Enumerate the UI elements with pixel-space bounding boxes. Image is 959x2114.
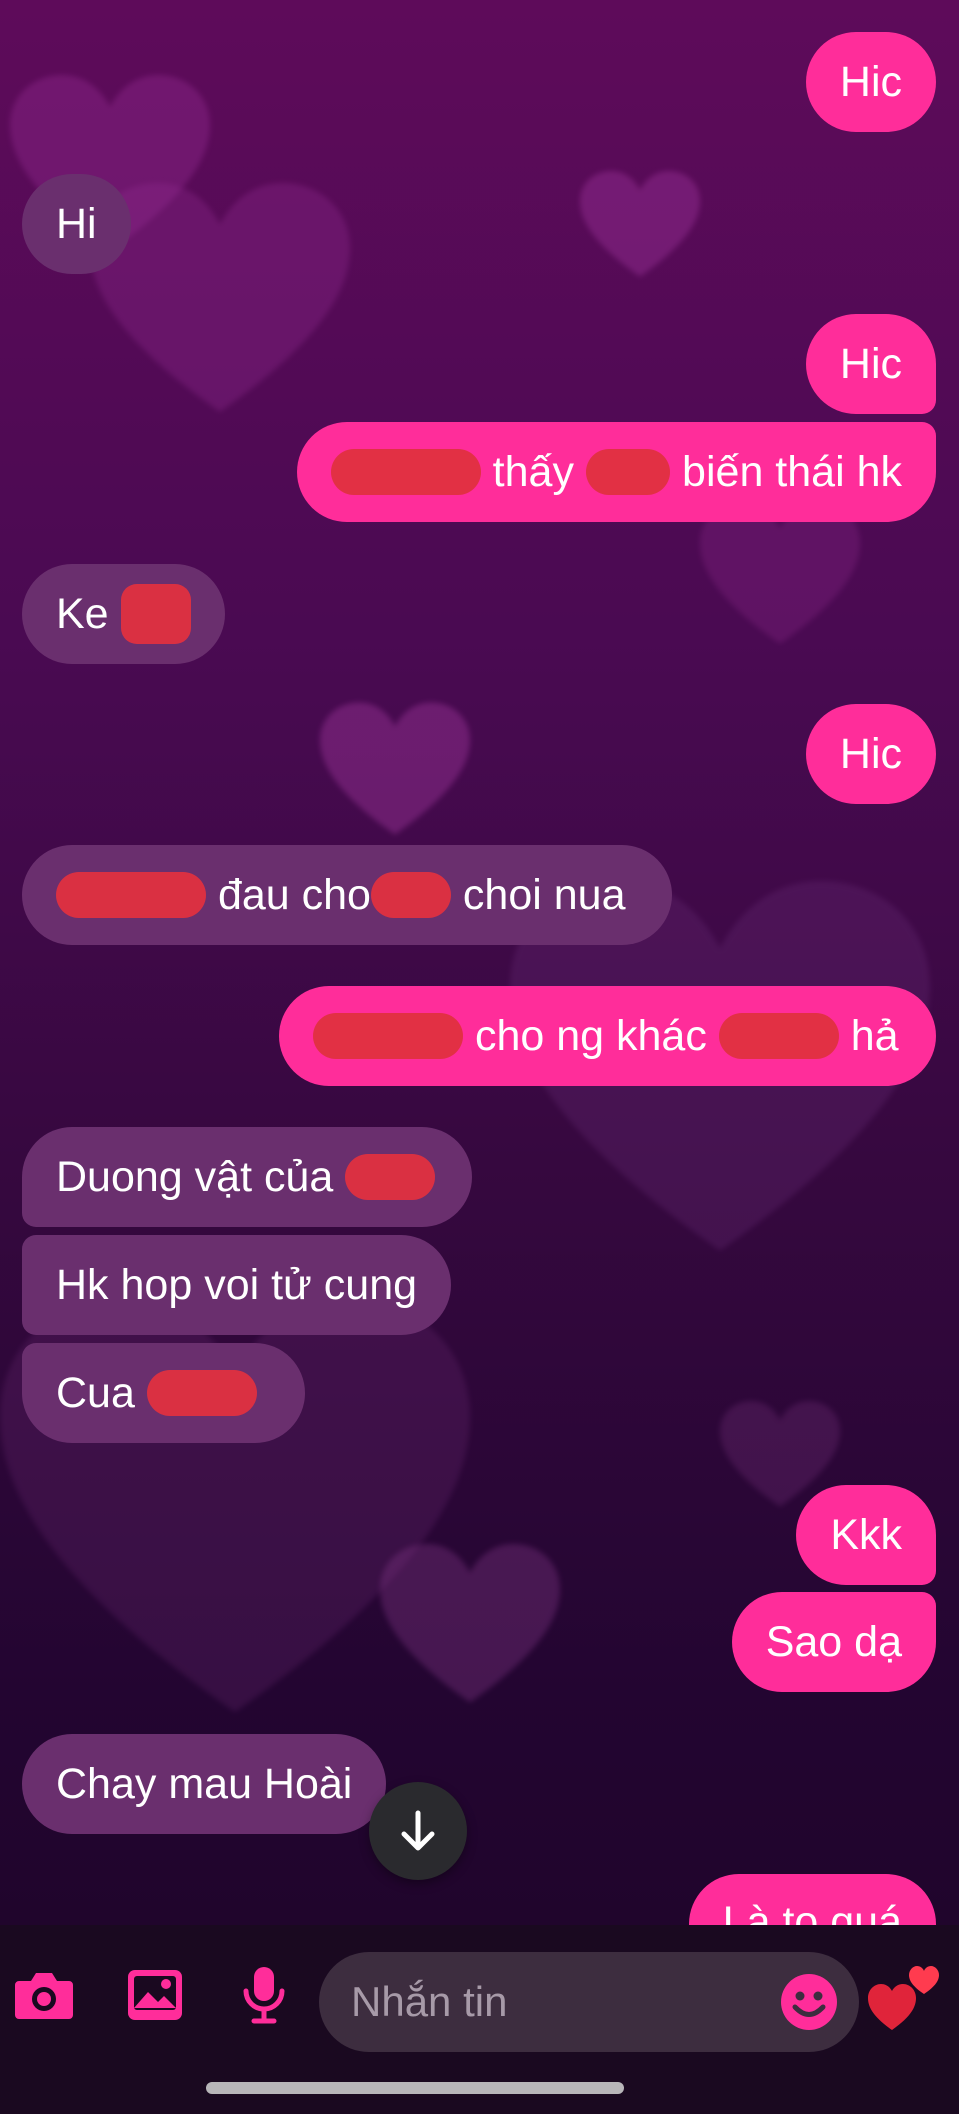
incoming-message[interactable]: Hk hop voi tử cung — [22, 1235, 452, 1335]
message-text: cho ng khác — [463, 1011, 719, 1060]
message-text: Hic — [839, 339, 902, 388]
message-text: Ke — [56, 589, 121, 638]
message-text: Chay mau Hoài — [56, 1759, 353, 1808]
message-text: choi nua — [450, 870, 626, 919]
redaction-mark — [56, 872, 206, 918]
outgoing-message[interactable]: cho ng khác hả — [279, 986, 936, 1086]
gallery-button[interactable] — [120, 1960, 190, 2030]
message-text: hả — [838, 1011, 899, 1060]
redaction-mark — [120, 584, 191, 644]
message-text: biến thái hk — [670, 447, 902, 496]
camera-icon — [15, 1973, 73, 2019]
redaction-mark — [331, 449, 481, 495]
message-text: thấy — [480, 447, 586, 496]
redaction-mark — [718, 1013, 839, 1059]
message-text: đau cho — [206, 870, 371, 919]
message-text: Hic — [839, 729, 902, 778]
incoming-message[interactable]: Cua — [22, 1343, 305, 1443]
redaction-mark — [585, 449, 671, 495]
message-input[interactable]: Nhắn tin — [319, 1952, 859, 2052]
outgoing-message[interactable]: Sao dạ — [731, 1592, 936, 1692]
message-text: Sao dạ — [765, 1617, 902, 1666]
message-text: Kkk — [830, 1510, 902, 1559]
incoming-message[interactable]: Chay mau Hoài — [22, 1734, 387, 1834]
incoming-message[interactable]: đau cho choi nua — [22, 845, 672, 945]
home-indicator[interactable] — [206, 2082, 624, 2094]
scroll-to-bottom-button[interactable] — [369, 1782, 467, 1880]
redaction-mark — [313, 1013, 463, 1059]
outgoing-message[interactable]: Kkk — [796, 1485, 936, 1585]
redaction-mark — [146, 1370, 257, 1416]
hearts-icon — [868, 1966, 939, 2030]
redaction-mark — [370, 872, 451, 918]
image-icon — [128, 1970, 182, 2020]
send-hearts-button[interactable] — [866, 1958, 946, 2038]
outgoing-message[interactable]: Hic — [805, 32, 936, 132]
message-text: Cua — [56, 1368, 147, 1417]
message-input-placeholder: Nhắn tin — [351, 1978, 508, 2025]
message-text: Là to quá — [722, 1898, 902, 1925]
outgoing-message[interactable]: Hic — [805, 314, 936, 414]
voice-button[interactable] — [229, 1960, 299, 2030]
microphone-icon — [243, 1967, 285, 2024]
incoming-message[interactable]: Hi — [22, 174, 131, 274]
incoming-message[interactable]: Ke — [22, 564, 225, 664]
camera-button[interactable] — [9, 1960, 79, 2030]
message-list[interactable]: Hic Hi Hic thấy biến thái hk Ke Hic đau … — [0, 0, 959, 1925]
outgoing-message[interactable]: thấy biến thái hk — [297, 422, 936, 522]
message-text: Hic — [839, 57, 902, 106]
outgoing-message[interactable]: Là to quá — [688, 1874, 936, 1925]
message-text: Hi — [56, 199, 97, 248]
arrow-down-icon — [401, 1810, 435, 1851]
message-text: Hk hop voi tử cung — [56, 1260, 418, 1309]
message-text: Duong vật của — [56, 1152, 346, 1201]
incoming-message[interactable]: Duong vật của — [22, 1127, 472, 1227]
outgoing-message[interactable]: Hic — [805, 704, 936, 804]
emoji-icon[interactable] — [779, 1972, 839, 2032]
redaction-mark — [345, 1154, 436, 1200]
